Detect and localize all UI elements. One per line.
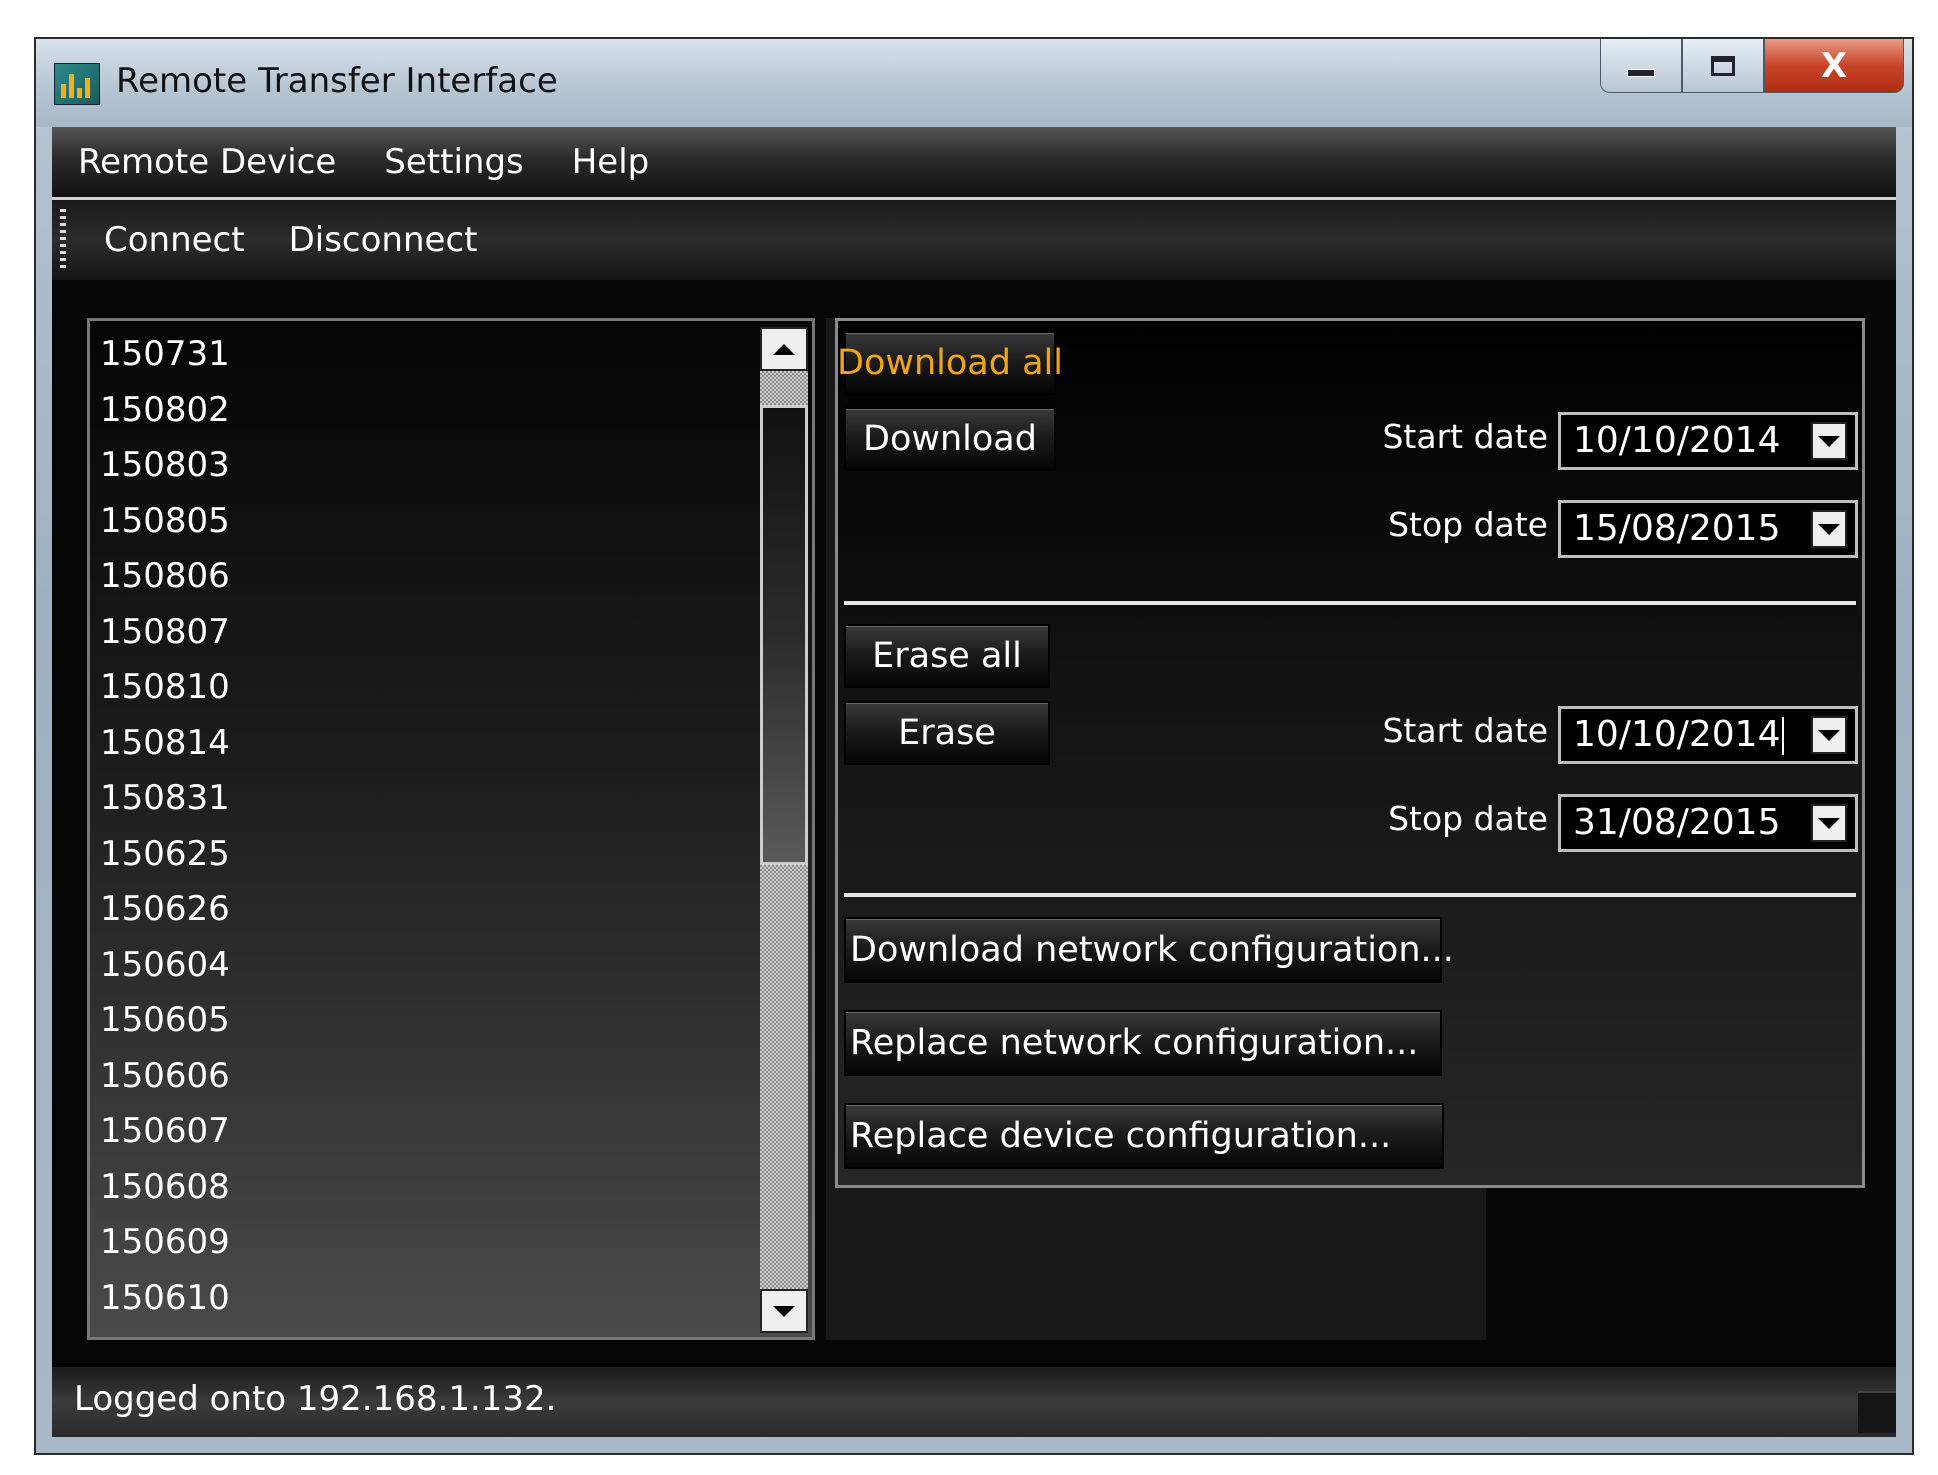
list-item[interactable]: 150805: [100, 494, 230, 550]
window-controls: X: [1600, 39, 1904, 95]
list-item[interactable]: 150610: [100, 1271, 230, 1327]
list-item[interactable]: 150606: [100, 1049, 230, 1105]
download-stop-date-field[interactable]: 15/08/2015: [1558, 500, 1858, 558]
erase-stop-date-field[interactable]: 31/08/2015: [1558, 794, 1858, 852]
download-all-button[interactable]: Download all: [837, 331, 1063, 395]
download-network-config-button[interactable]: Download network configuration...: [844, 917, 1454, 983]
app-icon: [54, 63, 100, 105]
connect-button[interactable]: Connect: [82, 220, 267, 260]
erase-start-date-value: 10/10/2014: [1573, 714, 1781, 755]
arrow-down-icon: [773, 1305, 795, 1317]
minimize-button[interactable]: [1600, 39, 1682, 93]
menu-settings[interactable]: Settings: [360, 142, 547, 182]
menu-remote-device[interactable]: Remote Device: [52, 142, 360, 182]
maximize-icon: [1711, 55, 1735, 76]
replace-network-config-button[interactable]: Replace network configuration...: [844, 1010, 1442, 1076]
resize-grip-icon[interactable]: [1858, 1391, 1896, 1433]
download-stop-date-label: Stop date: [1388, 505, 1548, 544]
section-divider: [844, 893, 1856, 897]
erase-start-date-dropdown[interactable]: [1811, 716, 1847, 754]
list-item[interactable]: 150806: [100, 549, 230, 605]
erase-button[interactable]: Erase: [844, 701, 1050, 765]
download-start-date-value: 10/10/2014: [1573, 420, 1781, 461]
download-start-date-dropdown[interactable]: [1811, 422, 1847, 460]
list-item[interactable]: 150802: [100, 383, 230, 439]
list-item[interactable]: 150605: [100, 993, 230, 1049]
file-list: 150731 150802 150803 150805 150806 15080…: [100, 327, 230, 1326]
actions-panel: Download all Download Start date 10/10/2…: [835, 318, 1865, 1188]
close-icon: X: [1820, 45, 1848, 86]
erase-start-date-label: Start date: [1382, 711, 1548, 750]
chevron-down-icon: [1818, 817, 1840, 829]
list-item[interactable]: 150831: [100, 771, 230, 827]
menu-help[interactable]: Help: [548, 142, 674, 182]
file-listbox[interactable]: 150731 150802 150803 150805 150806 15080…: [87, 318, 815, 1340]
arrow-up-icon: [773, 343, 795, 355]
disconnect-button[interactable]: Disconnect: [267, 220, 500, 260]
section-divider: [844, 601, 1856, 605]
download-start-date-label: Start date: [1382, 417, 1548, 456]
list-item[interactable]: 150609: [100, 1215, 230, 1271]
status-text: Logged onto 192.168.1.132.: [74, 1379, 557, 1419]
list-item[interactable]: 150731: [100, 327, 230, 383]
main-area: 150731 150802 150803 150805 150806 15080…: [52, 280, 1896, 1367]
list-item[interactable]: 150807: [100, 605, 230, 661]
status-bar: Logged onto 192.168.1.132.: [52, 1364, 1896, 1437]
list-item[interactable]: 150625: [100, 827, 230, 883]
list-item[interactable]: 150607: [100, 1104, 230, 1160]
download-button[interactable]: Download: [844, 407, 1056, 471]
erase-stop-date-label: Stop date: [1388, 799, 1548, 838]
maximize-button[interactable]: [1682, 39, 1764, 93]
erase-stop-date-dropdown[interactable]: [1811, 804, 1847, 842]
download-start-date-field[interactable]: 10/10/2014: [1558, 412, 1858, 470]
download-stop-date-dropdown[interactable]: [1811, 510, 1847, 548]
erase-stop-date-value: 31/08/2015: [1573, 802, 1781, 843]
text-cursor: [1781, 717, 1784, 755]
chevron-down-icon: [1818, 523, 1840, 535]
list-item[interactable]: 150626: [100, 882, 230, 938]
list-item[interactable]: 150608: [100, 1160, 230, 1216]
list-item[interactable]: 150810: [100, 660, 230, 716]
scroll-down-button[interactable]: [760, 1289, 808, 1333]
list-item[interactable]: 150814: [100, 716, 230, 772]
list-scrollbar[interactable]: [760, 327, 808, 1333]
list-item[interactable]: 150803: [100, 438, 230, 494]
toolbar: Connect Disconnect: [52, 200, 1896, 280]
erase-start-date-field[interactable]: 10/10/2014: [1558, 706, 1858, 764]
close-button[interactable]: X: [1764, 39, 1904, 93]
menu-bar: Remote Device Settings Help: [52, 127, 1896, 200]
chevron-down-icon: [1818, 435, 1840, 447]
title-bar[interactable]: Remote Transfer Interface X: [36, 39, 1912, 127]
window-title: Remote Transfer Interface: [116, 61, 558, 101]
replace-device-config-button[interactable]: Replace device configuration...: [844, 1103, 1444, 1169]
list-item[interactable]: 150604: [100, 938, 230, 994]
toolbar-grip-icon[interactable]: [60, 209, 66, 271]
scroll-up-button[interactable]: [760, 327, 808, 371]
chevron-down-icon: [1818, 729, 1840, 741]
erase-all-button[interactable]: Erase all: [844, 624, 1050, 688]
client-area: Remote Device Settings Help Connect Disc…: [52, 127, 1896, 1437]
scroll-thumb[interactable]: [760, 405, 808, 865]
app-window: Remote Transfer Interface X Remote Devic…: [34, 37, 1914, 1455]
minimize-icon: [1627, 68, 1655, 77]
download-stop-date-value: 15/08/2015: [1573, 508, 1781, 549]
